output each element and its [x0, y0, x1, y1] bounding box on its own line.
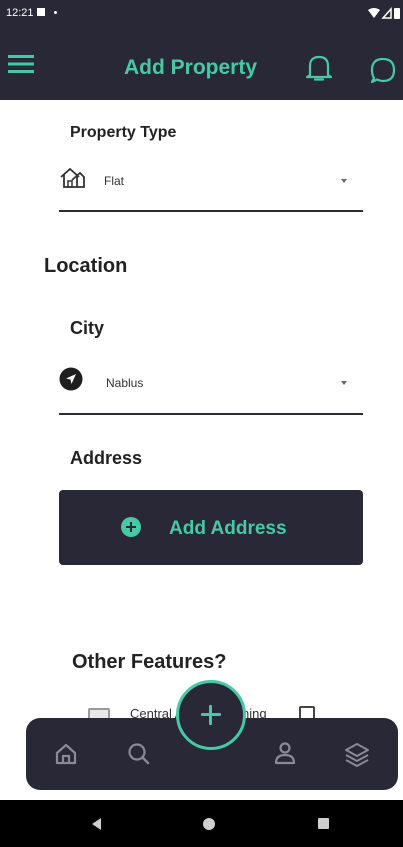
bell-icon[interactable] — [306, 54, 332, 82]
battery-icon — [394, 8, 400, 19]
chevron-down-icon — [341, 179, 347, 183]
system-status-icons — [368, 7, 400, 19]
profile-icon[interactable] — [265, 734, 305, 774]
page-title: Add Property — [124, 56, 258, 79]
city-dropdown[interactable]: Nablus — [59, 367, 363, 417]
address-label: Address — [70, 448, 143, 468]
back-icon[interactable] — [92, 818, 101, 830]
city-label: City — [70, 318, 105, 338]
signal-icon — [381, 7, 392, 19]
home-circle-icon[interactable] — [203, 818, 215, 830]
notification-square-icon — [37, 8, 45, 16]
chevron-down-icon — [341, 381, 347, 385]
property-type-value: Flat — [104, 174, 125, 188]
other-features-title: Other Features? — [72, 651, 227, 673]
house-icon — [60, 167, 85, 188]
property-type-label: Property Type — [70, 124, 177, 141]
home-icon[interactable] — [46, 734, 86, 774]
system-nav-bar — [0, 800, 403, 847]
chat-icon[interactable] — [369, 56, 397, 84]
location-title: Location — [44, 255, 128, 277]
status-time: 12:21 — [6, 7, 34, 19]
city-value: Nablus — [106, 376, 144, 390]
search-icon[interactable] — [119, 734, 159, 774]
layers-icon[interactable] — [337, 734, 377, 774]
wifi-icon — [368, 8, 380, 18]
status-bar: 12:21 — [0, 0, 403, 26]
app-bar: Add Property — [0, 26, 403, 100]
plus-circle-icon — [121, 517, 141, 537]
add-address-button[interactable]: Add Address — [59, 490, 363, 565]
notification-dot-icon — [54, 11, 57, 14]
add-fab-button[interactable] — [176, 680, 246, 750]
menu-icon[interactable] — [8, 54, 34, 74]
add-address-label: Add Address — [169, 518, 287, 539]
property-type-dropdown[interactable]: Flat — [59, 163, 363, 213]
recents-icon[interactable] — [318, 818, 329, 829]
city-underline — [59, 413, 363, 415]
property-type-underline — [59, 210, 363, 212]
navigation-arrow-icon — [59, 367, 83, 391]
